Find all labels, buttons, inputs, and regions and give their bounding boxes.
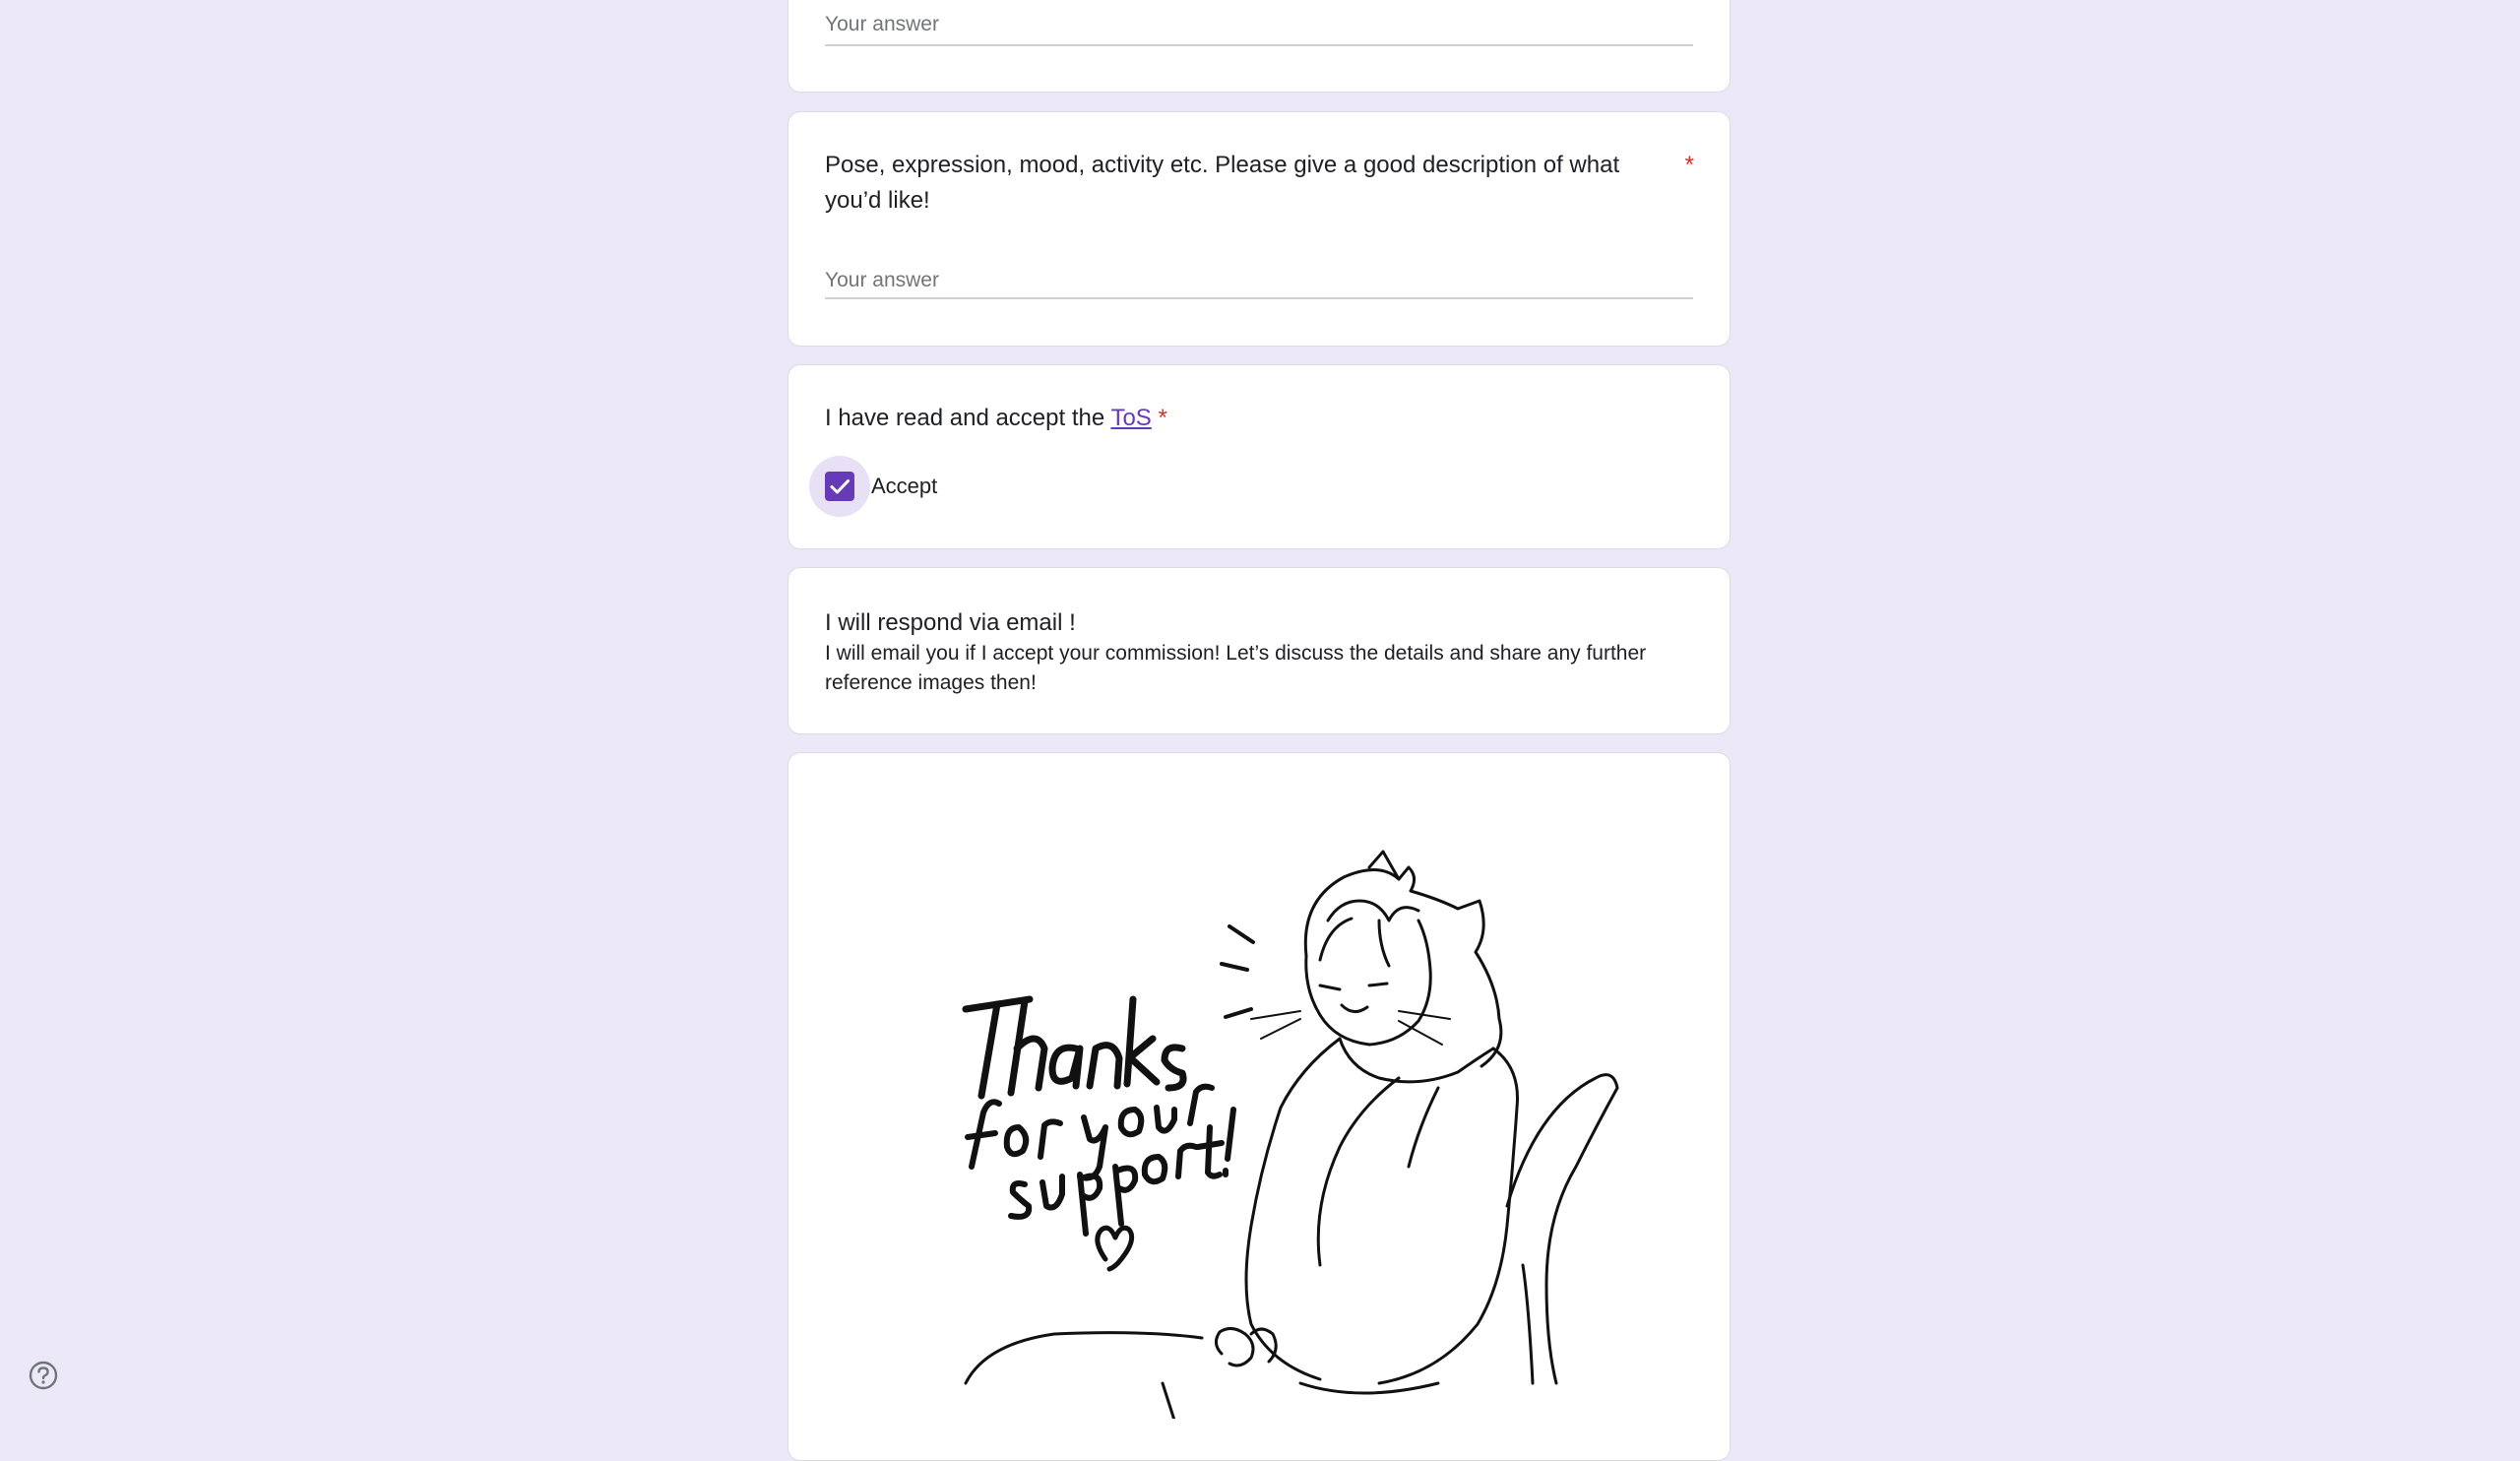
accept-checkbox[interactable] (825, 472, 854, 501)
section-description-card: I will respond via email ! I will email … (788, 567, 1731, 734)
handwritten-for-your-lettering (965, 1083, 1215, 1181)
help-circle-icon (29, 1361, 58, 1390)
answer-underline (825, 44, 1693, 46)
check-icon (830, 479, 850, 494)
question-card-tos: I have read and accept the ToS * Accept (788, 364, 1731, 549)
question-card-pose: Pose, expression, mood, activity etc. Pl… (788, 111, 1731, 347)
question-card-previous: Your answer (788, 0, 1731, 93)
section-description: I will email you if I accept your commis… (825, 642, 1647, 694)
required-asterisk: * (1684, 152, 1694, 178)
handwritten-thanks-lettering (962, 995, 1187, 1100)
answer-input-previous[interactable]: Your answer (825, 13, 939, 36)
answer-underline (825, 297, 1693, 299)
section-title: I will respond via email ! (825, 609, 1076, 636)
tos-link[interactable]: ToS (1110, 405, 1151, 431)
heart-icon (1095, 1225, 1135, 1272)
accept-label: Accept (871, 474, 938, 498)
help-button[interactable] (28, 1360, 59, 1391)
tos-title-text: I have read and accept the (825, 405, 1111, 431)
question-title-pose: Pose, expression, mood, activity etc. Pl… (825, 152, 1620, 214)
required-asterisk: * (1158, 405, 1167, 431)
question-title-tos: I have read and accept the ToS * (825, 401, 1690, 436)
answer-input-pose[interactable]: Your answer (825, 269, 939, 292)
thank-you-illustration (962, 850, 1619, 1419)
image-card: Thanks for your support! (788, 752, 1731, 1461)
